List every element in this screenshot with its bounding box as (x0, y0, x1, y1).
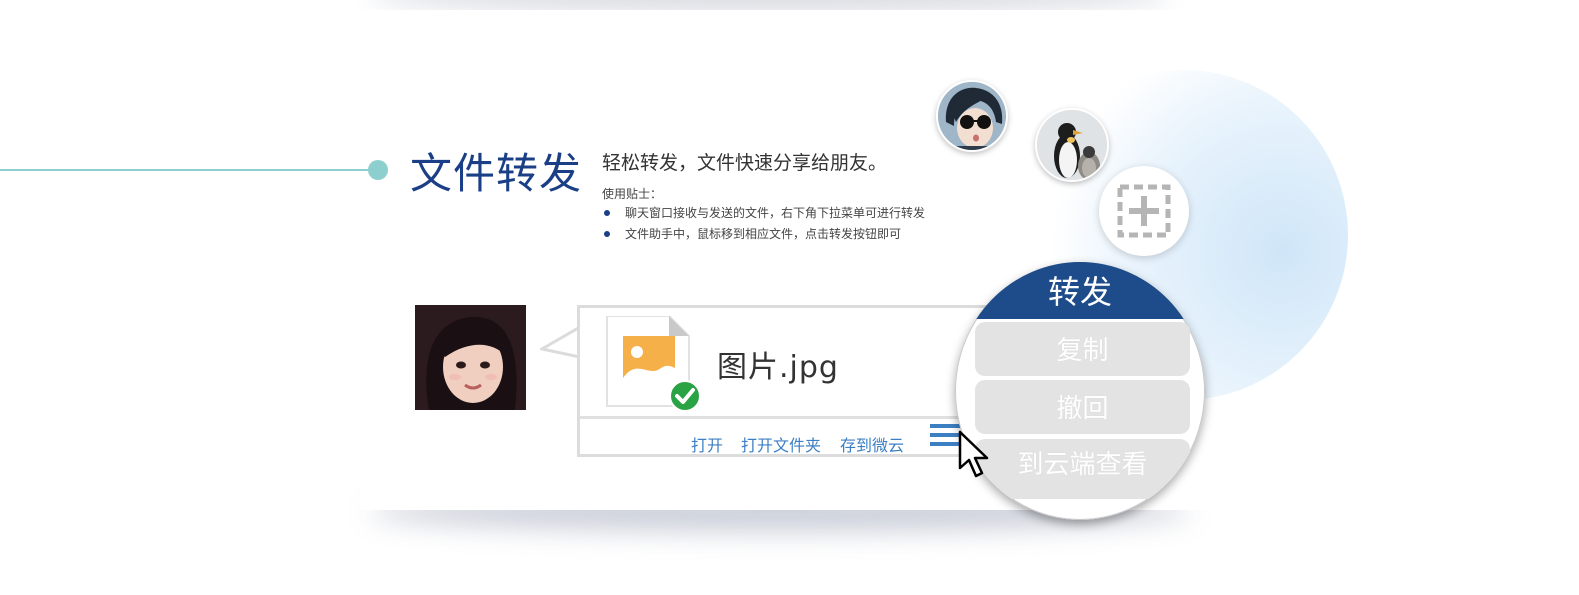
tip-text: 文件助手中，鼠标移到相应文件，点击转发按钮即可 (625, 227, 902, 241)
tips-label: 使用贴士： (602, 187, 663, 201)
menu-item-copy[interactable]: 复制 (975, 322, 1190, 376)
tip-item: 文件助手中，鼠标移到相应文件，点击转发按钮即可 (604, 226, 925, 247)
menu-item-view-in-cloud[interactable]: 到云端查看 (975, 439, 1190, 499)
avatar-girl-icon (415, 305, 526, 410)
tip-text: 聊天窗口接收与发送的文件，右下角下拉菜单可进行转发 (625, 206, 926, 220)
mouse-pointer-icon (958, 430, 989, 478)
save-to-weiyun-link[interactable]: 存到微云 (840, 432, 904, 456)
section-title: 文件转发 (410, 149, 583, 198)
open-folder-link[interactable]: 打开文件夹 (741, 432, 821, 456)
tip-item: 聊天窗口接收与发送的文件，右下角下拉菜单可进行转发 (604, 205, 925, 226)
feature-showcase: 文件转发 轻松转发，文件快速分享给朋友。 使用贴士： 聊天窗口接收与发送的文件，… (0, 0, 1579, 595)
file-name[interactable]: 图片.jpg (717, 342, 839, 386)
add-contact-icon (1117, 184, 1171, 238)
contact-avatar[interactable] (1035, 108, 1109, 182)
bullet-icon (604, 210, 610, 216)
context-menu-magnifier: 转发 复制 撤回 到云端查看 (955, 262, 1205, 520)
bubble-divider (580, 416, 994, 419)
timeline-line (0, 169, 372, 171)
add-contact-button[interactable] (1099, 166, 1189, 256)
sender-avatar (415, 305, 526, 410)
check-circle-icon (669, 380, 701, 412)
contact-avatar[interactable] (936, 80, 1008, 152)
menu-item-forward[interactable]: 转发 (955, 262, 1205, 319)
tips-list: 聊天窗口接收与发送的文件，右下角下拉菜单可进行转发 文件助手中，鼠标移到相应文件… (604, 205, 925, 247)
image-file-icon[interactable] (605, 316, 705, 412)
section-tagline: 轻松转发，文件快速分享给朋友。 (602, 152, 888, 174)
timeline-dot (368, 160, 388, 180)
open-file-link[interactable]: 打开 (691, 432, 723, 456)
bullet-icon (604, 231, 610, 237)
menu-item-recall[interactable]: 撤回 (975, 380, 1190, 434)
bubble-tail (540, 325, 580, 359)
